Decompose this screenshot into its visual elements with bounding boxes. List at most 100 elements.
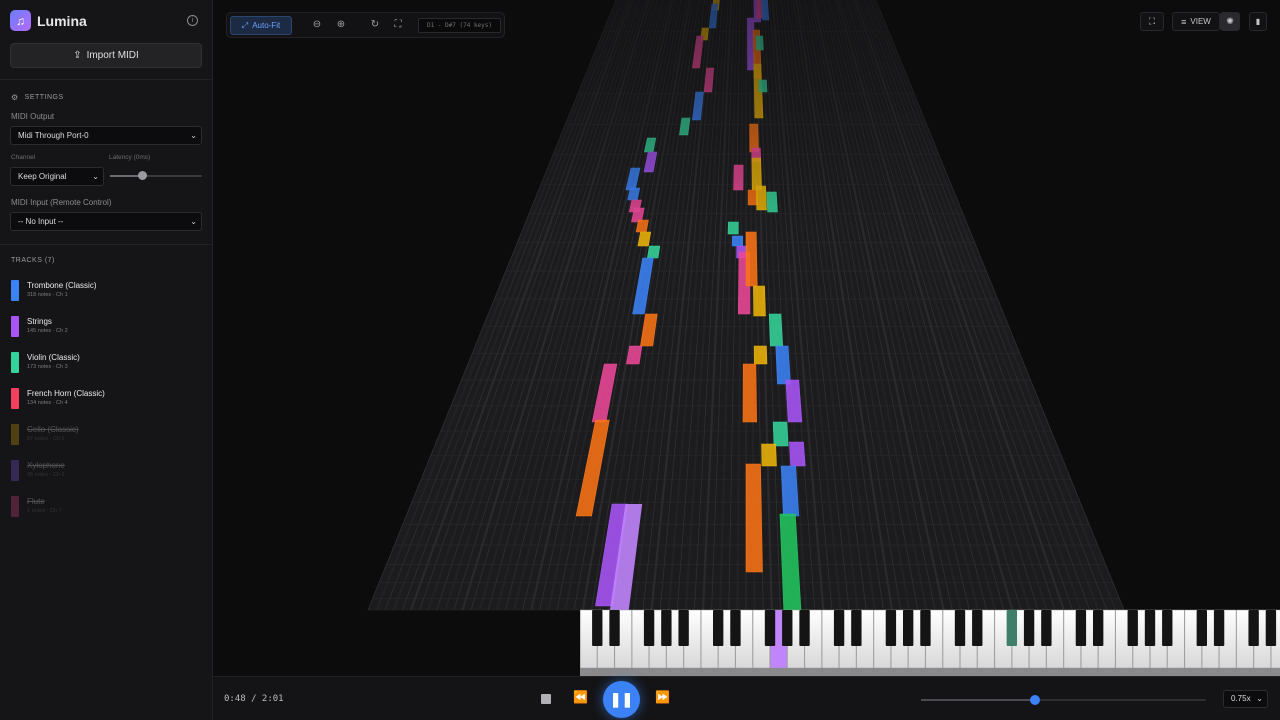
- track-color-swatch: [11, 496, 19, 517]
- track-name: Xylophone: [27, 461, 65, 470]
- piano-roll-stage[interactable]: [213, 0, 1280, 676]
- black-key[interactable]: [1041, 610, 1052, 646]
- falling-note: [780, 465, 800, 517]
- black-key[interactable]: [1093, 610, 1104, 646]
- black-key[interactable]: [972, 610, 983, 646]
- midi-output-select[interactable]: Midi Through Port-0 ⌄: [10, 126, 202, 145]
- seek-slider[interactable]: [921, 695, 1206, 705]
- black-key[interactable]: [885, 610, 897, 646]
- midi-input-select[interactable]: -- No Input -- ⌄: [10, 212, 202, 231]
- sidebar: ♫ Lumina i ⇪ Import MIDI ⚙ SETTINGS MIDI…: [0, 0, 213, 720]
- music-note-icon: ♫: [10, 10, 31, 31]
- view-button[interactable]: ≡ VIEW: [1172, 12, 1220, 31]
- black-key[interactable]: [661, 610, 672, 646]
- falling-note: [761, 443, 777, 467]
- keyboard-edge: [580, 668, 1280, 676]
- black-key[interactable]: [799, 610, 810, 646]
- track-meta: 134 notes · Ch 4: [27, 400, 68, 406]
- divider: [0, 244, 213, 245]
- latency-slider-handle[interactable]: [138, 171, 148, 180]
- piano-keyboard[interactable]: [580, 609, 1280, 676]
- brand: ♫ Lumina: [10, 10, 87, 31]
- track-color-swatch: [11, 352, 19, 373]
- fit-icon: ⤢: [241, 20, 249, 30]
- falling-note: [775, 345, 791, 385]
- midi-output-value: Midi Through Port-0: [18, 131, 89, 140]
- black-key[interactable]: [954, 610, 966, 646]
- black-key[interactable]: [730, 610, 741, 646]
- black-key[interactable]: [833, 610, 845, 646]
- falling-note: [745, 463, 763, 573]
- black-key[interactable]: [1006, 610, 1017, 646]
- black-key[interactable]: [1075, 610, 1087, 646]
- falling-note: [753, 285, 766, 317]
- channel-label: Channel: [11, 154, 36, 161]
- piano-roll-canvas[interactable]: [213, 0, 1280, 676]
- black-key[interactable]: [1144, 610, 1156, 646]
- sliders-icon: ≡: [1181, 16, 1187, 27]
- seek-slider-fill: [921, 699, 1035, 701]
- black-key[interactable]: [1196, 610, 1207, 646]
- info-icon[interactable]: i: [187, 15, 198, 26]
- black-key[interactable]: [782, 610, 793, 646]
- black-key[interactable]: [609, 610, 620, 646]
- black-key[interactable]: [1265, 610, 1277, 646]
- import-midi-button[interactable]: ⇪ Import MIDI: [10, 43, 202, 68]
- auto-fit-button[interactable]: ⤢ Auto-Fit: [230, 16, 292, 35]
- black-key[interactable]: [851, 610, 862, 646]
- pause-button[interactable]: ❚❚: [603, 681, 640, 718]
- black-key[interactable]: [1023, 610, 1035, 646]
- playback-speed-select[interactable]: 0.75x ⌄: [1223, 690, 1268, 708]
- black-key[interactable]: [1248, 610, 1259, 646]
- chevron-down-icon: ⌄: [1256, 694, 1263, 703]
- black-key[interactable]: [764, 610, 776, 646]
- time-display: 0:48 / 2:01: [224, 694, 284, 704]
- track-color-swatch: [11, 424, 19, 445]
- track-meta: 87 notes · Ch 5: [27, 436, 65, 442]
- latency-slider[interactable]: [110, 171, 202, 180]
- black-key[interactable]: [678, 610, 689, 646]
- falling-note: [646, 245, 661, 259]
- falling-note: [789, 441, 806, 467]
- black-key[interactable]: [1213, 610, 1225, 646]
- view-label: VIEW: [1190, 17, 1211, 26]
- black-key[interactable]: [903, 610, 914, 646]
- view-toolbar: ⤢ Auto-Fit ⊖ ⊕ ↻ ⛶ D1 - D#7 (74 keys): [226, 12, 505, 38]
- channel-select[interactable]: Keep Original ⌄: [10, 167, 104, 186]
- falling-note: [785, 379, 803, 423]
- import-midi-label: Import MIDI: [86, 50, 139, 61]
- reset-icon[interactable]: ↻: [368, 19, 382, 30]
- black-key[interactable]: [713, 610, 724, 646]
- falling-note: [745, 231, 758, 287]
- stop-icon[interactable]: [541, 694, 551, 704]
- tracks-heading: TRACKS (7): [11, 257, 55, 264]
- track-meta: 1 notes · Ch 7: [27, 508, 62, 514]
- bug-icon: ✺: [1226, 16, 1234, 26]
- expand-icon[interactable]: ⛶: [391, 19, 405, 30]
- black-key[interactable]: [592, 610, 603, 646]
- fast-forward-icon[interactable]: ⏩: [655, 690, 670, 704]
- track-meta: 173 notes · Ch 3: [27, 364, 68, 370]
- black-key[interactable]: [1162, 610, 1173, 646]
- panel-toggle-button[interactable]: ▮: [1249, 12, 1267, 31]
- falling-note: [727, 221, 739, 235]
- seek-slider-handle[interactable]: [1030, 695, 1040, 705]
- black-key[interactable]: [643, 610, 655, 646]
- chevron-down-icon: ⌄: [190, 131, 197, 140]
- black-key[interactable]: [920, 610, 931, 646]
- chevron-down-icon: ⌄: [190, 217, 197, 226]
- upload-icon: ⇪: [73, 50, 82, 61]
- falling-note: [731, 235, 744, 247]
- rewind-icon[interactable]: ⏪: [573, 690, 588, 704]
- debug-button[interactable]: ✺: [1220, 12, 1240, 31]
- fullscreen-button[interactable]: ⛶: [1140, 12, 1164, 31]
- black-key[interactable]: [1127, 610, 1138, 646]
- midi-input-value: -- No Input --: [18, 217, 64, 226]
- falling-note: [761, 0, 770, 21]
- zoom-out-icon[interactable]: ⊖: [310, 19, 324, 30]
- track-color-swatch: [11, 316, 19, 337]
- track-meta: 318 notes · Ch 1: [27, 292, 68, 298]
- falling-note: [766, 191, 778, 213]
- channel-value: Keep Original: [18, 172, 67, 181]
- zoom-in-icon[interactable]: ⊕: [334, 19, 348, 30]
